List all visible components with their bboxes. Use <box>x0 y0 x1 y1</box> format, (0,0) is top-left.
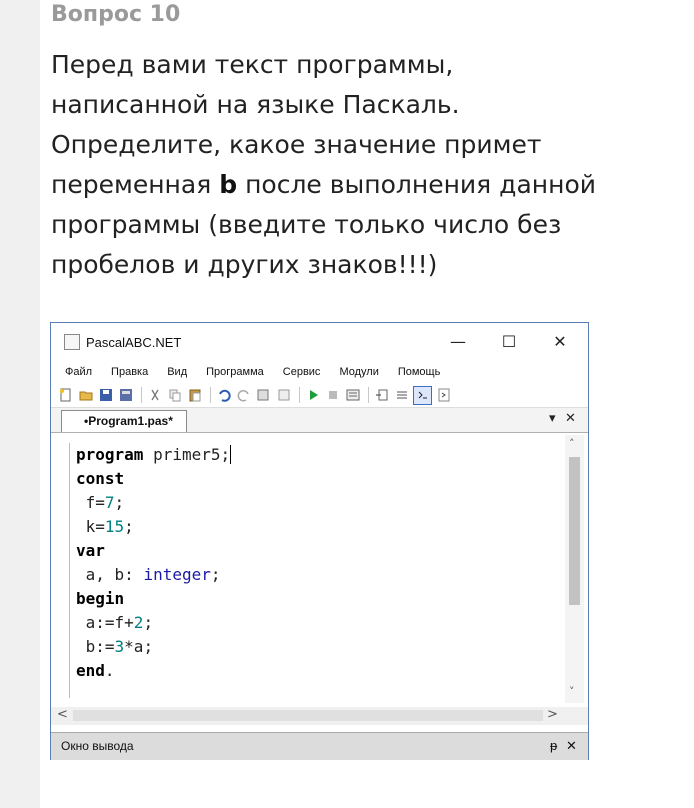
toolbar-separator <box>210 387 211 403</box>
save-icon[interactable] <box>97 387 114 404</box>
code-token: *a; <box>124 637 154 656</box>
vertical-scroll-thumb[interactable] <box>569 457 580 605</box>
code-keyword: program <box>76 445 144 464</box>
editor-tab-bar: •Program1.pas* ▾ ✕ <box>51 408 588 433</box>
code-number: 15 <box>104 517 125 536</box>
menu-program[interactable]: Программа <box>206 366 264 378</box>
compile-icon[interactable] <box>344 387 361 404</box>
code-token: b:= <box>76 637 115 656</box>
step-over-icon[interactable] <box>393 387 410 404</box>
scroll-down-icon[interactable]: ˅ <box>569 685 575 698</box>
menu-view[interactable]: Вид <box>167 366 187 378</box>
console-icon[interactable] <box>413 385 432 405</box>
window-title: PascalABC.NET <box>86 334 182 350</box>
close-button[interactable]: ✕ <box>537 323 583 361</box>
step-into-icon[interactable] <box>373 387 390 404</box>
code-token: a:=f+ <box>76 613 134 632</box>
output-panel-title: Окно вывода <box>61 739 134 753</box>
paste-icon[interactable] <box>186 387 203 404</box>
vertical-scrollbar[interactable]: ˄ ˅ <box>565 435 584 703</box>
code-token: ; <box>124 517 134 536</box>
find-icon[interactable] <box>255 387 272 404</box>
pin-icon[interactable]: ᵽ <box>550 733 557 759</box>
chevron-down-icon[interactable]: ▾ <box>549 411 556 426</box>
menu-bar: Файл Правка Вид Программа Сервис Модули … <box>51 361 588 383</box>
menu-edit[interactable]: Правка <box>111 366 148 378</box>
code-token: f= <box>76 493 105 512</box>
tab-program1[interactable]: •Program1.pas* <box>61 410 187 432</box>
code-text[interactable]: program primer5; const f=7; k=15; var a,… <box>76 443 232 683</box>
menu-service[interactable]: Сервис <box>283 366 321 378</box>
code-token: ; <box>210 565 221 584</box>
text-caret <box>230 445 232 464</box>
replace-icon[interactable] <box>275 387 292 404</box>
ide-window: PascalABC.NET — ☐ ✕ Файл Правка Вид Прог… <box>50 322 589 760</box>
toolbar-separator <box>299 387 300 403</box>
output-panel-header: Окно вывода ᵽ ✕ <box>51 732 588 760</box>
scroll-up-icon[interactable]: ˄ <box>569 437 575 450</box>
app-icon <box>64 334 80 350</box>
code-token: ; <box>114 493 125 512</box>
menu-help[interactable]: Помощь <box>398 366 441 378</box>
code-number: 7 <box>104 493 115 512</box>
code-keyword: begin <box>76 589 125 608</box>
tab-close-icon[interactable]: ✕ <box>565 411 576 426</box>
run-icon[interactable] <box>304 387 321 404</box>
undo-icon[interactable] <box>215 387 232 404</box>
redo-icon[interactable] <box>235 387 252 404</box>
editor-gutter <box>69 443 70 698</box>
code-token: . <box>104 661 115 680</box>
code-token: k= <box>76 517 105 536</box>
toolbar-separator <box>141 387 142 403</box>
scroll-left-icon[interactable]: < <box>57 707 68 722</box>
code-type: integer <box>143 565 211 584</box>
minimize-button[interactable]: — <box>435 323 481 361</box>
maximize-button[interactable]: ☐ <box>486 323 532 361</box>
code-token: primer5; <box>143 445 231 464</box>
question-text: Перед вами текст программы, написанной н… <box>51 45 611 285</box>
code-keyword: var <box>76 541 105 560</box>
menu-modules[interactable]: Модули <box>339 366 378 378</box>
code-token: a, b: <box>76 565 144 584</box>
code-keyword: const <box>76 469 125 488</box>
menu-file[interactable]: Файл <box>65 366 92 378</box>
code-number: 3 <box>114 637 125 656</box>
horizontal-scroll-thumb[interactable] <box>73 710 543 721</box>
code-keyword: end <box>76 661 105 680</box>
stop-icon[interactable] <box>324 387 341 404</box>
code-token: ; <box>143 613 154 632</box>
toolbar-separator <box>368 387 369 403</box>
save-all-icon[interactable] <box>117 387 134 404</box>
toolbar <box>51 383 588 408</box>
question-title: Вопрос 10 <box>51 2 181 27</box>
question-bold-variable: b <box>219 170 238 199</box>
output-close-icon[interactable]: ✕ <box>566 733 577 759</box>
code-number: 2 <box>133 613 144 632</box>
scroll-right-icon[interactable]: > <box>547 707 558 722</box>
new-file-icon[interactable] <box>57 387 74 404</box>
code-editor[interactable]: program primer5; const f=7; k=15; var a,… <box>51 435 588 707</box>
horizontal-scrollbar[interactable]: < > <box>51 707 588 725</box>
copy-icon[interactable] <box>166 387 183 404</box>
title-bar: PascalABC.NET — ☐ ✕ <box>51 323 588 361</box>
open-folder-icon[interactable] <box>77 387 94 404</box>
cut-icon[interactable] <box>146 387 163 404</box>
output-icon[interactable] <box>435 387 452 404</box>
